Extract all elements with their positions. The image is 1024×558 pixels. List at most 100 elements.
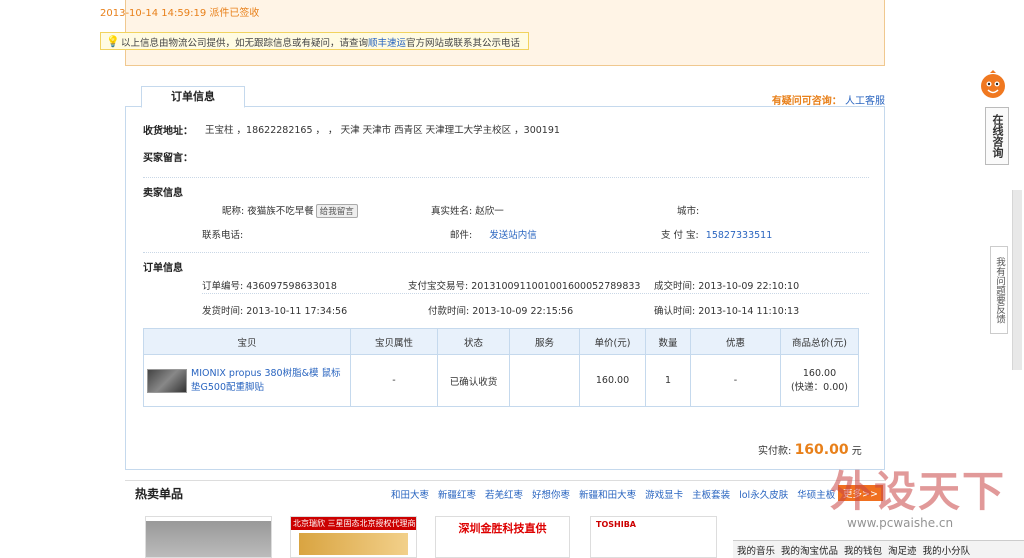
- seller-realname: 真实姓名: 赵欣一: [431, 203, 504, 217]
- hot-link[interactable]: 和田大枣: [391, 490, 429, 501]
- deal-time-label: 成交时间:: [654, 281, 696, 292]
- mascot-icon[interactable]: [976, 70, 1010, 106]
- col-service: 服务: [509, 328, 580, 355]
- toolbar-wallet[interactable]: 我的钱包: [844, 546, 882, 557]
- scrollbar[interactable]: [1012, 190, 1022, 370]
- ad-banner-text: 深圳金胜科技直供: [458, 522, 547, 535]
- item-total-cell: 160.00 (快递：0.00): [780, 354, 859, 407]
- hot-link[interactable]: 好想你枣: [532, 490, 570, 501]
- hot-items-title: 热卖单品: [135, 487, 184, 501]
- hot-link[interactable]: lol永久皮肤: [739, 490, 788, 501]
- nick-value: 夜猫族不吃早餐: [247, 206, 314, 217]
- watermark-logo: 外设天下: [830, 467, 1007, 516]
- logistics-latest: 2013-10-14 14:59:19 派件已签收: [100, 8, 260, 19]
- col-qty: 数量: [645, 328, 691, 355]
- confirm-time: 确认时间: 2013-10-14 11:10:13: [654, 303, 799, 317]
- tab-order-info[interactable]: 订单信息: [141, 86, 245, 108]
- item-attr: -: [350, 354, 438, 407]
- toolbar-team[interactable]: 我的小分队: [923, 546, 971, 557]
- order-number-value: 436097598633018: [246, 281, 337, 292]
- order-items-table: 宝贝 宝贝属性 状态 服务 单价(元) 数量 优惠 商品总价(元) MIONIX…: [143, 328, 859, 407]
- seller-alipay: 支 付 宝: 15827333511: [661, 227, 772, 241]
- hot-link[interactable]: 新疆红枣: [438, 490, 476, 501]
- divider: [202, 293, 869, 294]
- ad-banner-text: 北京瑞欣 三星固态北京授权代理商: [291, 517, 416, 530]
- paid-label: 实付款:: [758, 446, 792, 457]
- col-price: 单价(元): [579, 328, 646, 355]
- pay-time-value: 2013-10-09 22:15:56: [472, 306, 574, 317]
- toolbar-music[interactable]: 我的音乐: [737, 546, 775, 557]
- ad-banner-text: TOSHIBA: [596, 520, 636, 529]
- seller-city-label: 城市:: [677, 206, 700, 217]
- ad-banner[interactable]: 深圳金胜科技直供: [435, 516, 570, 558]
- item-status: 已确认收货: [437, 354, 510, 407]
- col-item: 宝贝: [143, 328, 351, 355]
- item-price: 160.00: [579, 354, 646, 407]
- address-label: 收货地址：: [143, 126, 193, 137]
- help-contact: 有疑问可咨询： 人工客服: [772, 92, 885, 107]
- toolbar-taobao-picks[interactable]: 我的淘宝优品: [781, 546, 838, 557]
- seller-info-title: 卖家信息: [143, 188, 183, 199]
- ad-banner[interactable]: 北京瑞欣 三星固态北京授权代理商: [290, 516, 417, 558]
- pay-time-label: 付款时间:: [428, 306, 470, 317]
- divider: [143, 252, 869, 253]
- col-discount: 优惠: [690, 328, 781, 355]
- deal-time-value: 2013-10-09 22:10:10: [698, 281, 800, 292]
- seller-mail: 邮件: 发送站内信: [450, 227, 537, 241]
- confirm-time-value: 2013-10-14 11:10:13: [698, 306, 800, 317]
- realname-label: 真实姓名:: [431, 206, 473, 217]
- ship-time-label: 发货时间:: [202, 306, 244, 317]
- watermark-url: www.pcwaishe.cn: [847, 516, 954, 530]
- trade-label: 支付宝交易号:: [408, 281, 469, 292]
- toolbar-footprints[interactable]: 淘足迹: [888, 546, 917, 557]
- seller-phone-label: 联系电话:: [202, 230, 244, 241]
- help-question: 有疑问可咨询：: [771, 96, 842, 107]
- confirm-time-label: 确认时间:: [654, 306, 696, 317]
- order-number-label: 订单编号:: [202, 281, 244, 292]
- order-number: 订单编号: 436097598633018: [202, 278, 337, 292]
- col-total: 商品总价(元): [780, 328, 859, 355]
- ad-product-image: [299, 533, 408, 555]
- item-cell: MIONIX propus 380树脂&模 鼠标垫G500配重脚贴: [143, 354, 351, 407]
- leave-message-button[interactable]: 给我留言: [315, 204, 358, 218]
- send-message-link[interactable]: 发送站内信: [489, 230, 537, 241]
- alipay-account[interactable]: 15827333511: [706, 230, 773, 241]
- deal-time: 成交时间: 2013-10-09 22:10:10: [654, 278, 799, 292]
- courier-link[interactable]: 顺丰速运: [368, 38, 406, 49]
- item-shipping: (快递：0.00): [790, 382, 849, 393]
- table-row: MIONIX propus 380树脂&模 鼠标垫G500配重脚贴 - 已确认收…: [143, 354, 859, 407]
- item-qty: 1: [645, 354, 691, 407]
- alipay-trade: 支付宝交易号: 2013100911001001600052789833: [408, 278, 640, 292]
- ship-time: 发货时间: 2013-10-11 17:34:56: [202, 303, 347, 317]
- divider: [143, 177, 869, 178]
- online-consult-button[interactable]: 在线咨询: [985, 107, 1009, 165]
- customer-service-link[interactable]: 人工客服: [845, 96, 885, 107]
- col-status: 状态: [437, 328, 510, 355]
- feedback-button[interactable]: 我有问题要反馈: [990, 246, 1008, 334]
- nick-label: 昵称:: [222, 206, 245, 217]
- product-name-link[interactable]: MIONIX propus 380树脂&模 鼠标垫G500配重脚贴: [191, 367, 347, 395]
- mail-label: 邮件:: [450, 230, 473, 241]
- item-total: 160.00: [802, 368, 837, 379]
- bottom-toolbar: 我的音乐 我的淘宝优品 我的钱包 淘足迹 我的小分队: [733, 540, 1024, 558]
- table-header-row: 宝贝 宝贝属性 状态 服务 单价(元) 数量 优惠 商品总价(元): [143, 328, 859, 355]
- hot-link[interactable]: 新疆和田大枣: [579, 490, 636, 501]
- tip-text-post: 官方网站或联系其公示电话: [406, 38, 521, 49]
- address-value: 王宝柱 ，18622282165 ， ， 天津 天津市 西青区 天津理工大学主校…: [205, 125, 560, 136]
- item-discount: -: [690, 354, 781, 407]
- ad-banner[interactable]: TOSHIBA: [590, 516, 717, 558]
- product-image[interactable]: [145, 516, 272, 558]
- seller-nick: 昵称: 夜猫族不吃早餐 给我留言: [222, 203, 358, 218]
- hot-link[interactable]: 游戏显卡: [645, 490, 683, 501]
- order-info-title: 订单信息: [143, 263, 183, 274]
- pay-time: 付款时间: 2013-10-09 22:15:56: [428, 303, 573, 317]
- hot-link[interactable]: 主板套装: [692, 490, 730, 501]
- hot-link[interactable]: 若羌红枣: [485, 490, 523, 501]
- product-thumbnail[interactable]: [147, 368, 187, 393]
- realname-value: 赵欣一: [475, 206, 504, 217]
- ship-time-value: 2013-10-11 17:34:56: [246, 306, 348, 317]
- paid-total: 实付款: 160.00 元: [758, 442, 862, 458]
- lightbulb-icon: 💡: [106, 35, 120, 48]
- paid-unit: 元: [851, 446, 862, 457]
- paid-amount: 160.00: [794, 442, 849, 458]
